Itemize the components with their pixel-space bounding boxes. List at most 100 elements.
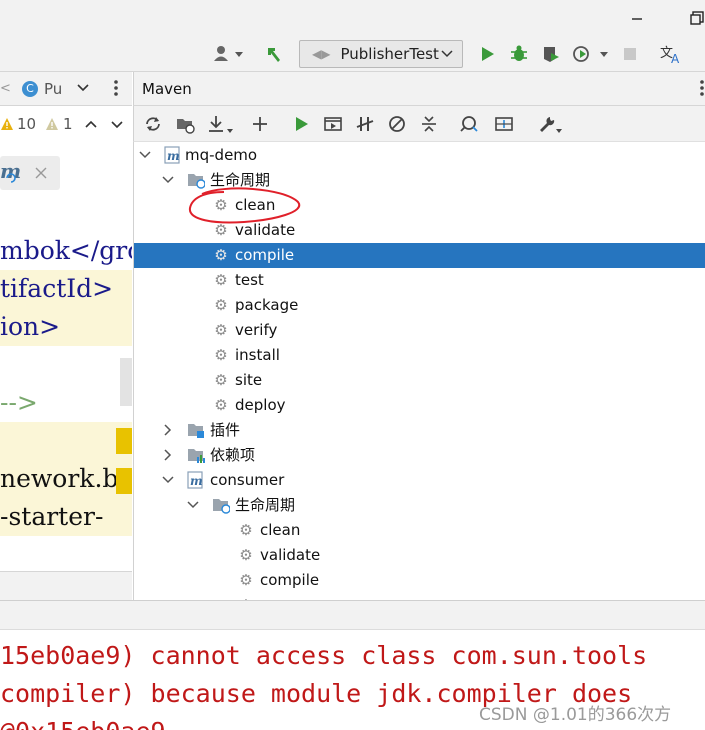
chevron-down-icon[interactable] — [76, 80, 90, 100]
skip-tests-icon[interactable] — [387, 114, 407, 134]
config-arrows-icon: ◀▶ — [312, 47, 331, 61]
tree-node-module[interactable]: m consumer — [134, 468, 705, 493]
download-icon[interactable] — [207, 114, 235, 134]
more-options-icon[interactable] — [699, 79, 705, 103]
goal-label: clean — [260, 521, 301, 539]
previous-highlight-icon[interactable] — [84, 116, 98, 135]
code-line: -starter- — [0, 498, 132, 536]
tree-node-lifecycle[interactable]: 生命周期 — [134, 493, 705, 518]
console-header — [0, 600, 705, 630]
lifecycle-goal[interactable]: ⚙ verify — [134, 318, 705, 343]
weak-warning-count: 1 — [63, 115, 73, 133]
maven-tool-window-header: Maven — [133, 72, 705, 106]
maven-toolbar — [133, 106, 705, 142]
stop-icon[interactable] — [620, 44, 640, 64]
code-text: ion> — [0, 312, 61, 341]
code-text: --> — [0, 388, 38, 417]
run-icon[interactable] — [477, 44, 497, 64]
gear-icon: ⚙ — [239, 546, 253, 564]
next-highlight-icon[interactable] — [110, 116, 124, 135]
plugins-folder-icon — [187, 421, 205, 439]
reload-icon — [4, 170, 18, 189]
occurrence-marker — [116, 468, 132, 494]
svg-text:A: A — [671, 52, 680, 64]
coverage-icon[interactable] — [541, 44, 561, 64]
gear-icon: ⚙ — [214, 271, 228, 289]
gear-icon: ⚙ — [239, 571, 253, 589]
lifecycle-goal[interactable]: ⚙ compile — [134, 568, 705, 593]
run-maven-build-icon[interactable] — [291, 114, 311, 134]
watermark: CSDN @1.01的366次方 — [479, 705, 672, 725]
goal-label: install — [235, 346, 280, 364]
dependencies-folder-icon — [187, 446, 205, 464]
chevron-down-icon — [441, 46, 453, 65]
lifecycle-goal-partial[interactable]: ⚙ — [134, 593, 705, 600]
profiler-icon[interactable] — [571, 44, 613, 64]
goal-label: compile — [260, 571, 320, 589]
editor-status-strip — [0, 571, 132, 600]
maven-project-tree[interactable]: m mq-demo 生命周期 ⚙ clean ⚙ validate ⚙ comp… — [133, 142, 705, 600]
wrench-icon[interactable] — [537, 114, 563, 134]
tree-node-plugins[interactable]: 插件 — [134, 418, 705, 443]
run-configuration-select[interactable]: ◀▶ PublisherTest — [299, 40, 463, 68]
goal-label: package — [235, 296, 299, 314]
tab-overflow-icon[interactable]: < — [0, 81, 11, 96]
code-line: mbok</grou — [0, 232, 132, 270]
annotation-circle — [188, 187, 301, 224]
lifecycle-goal[interactable]: ⚙ install — [134, 343, 705, 368]
lifecycle-goal[interactable]: ⚙ site — [134, 368, 705, 393]
chevron-down-icon[interactable] — [161, 470, 175, 490]
gear-icon: ⚙ — [214, 346, 228, 364]
lifecycle-goal[interactable]: ⚙ package — [134, 293, 705, 318]
expand-icon[interactable] — [494, 114, 514, 134]
tab-file-label: Pu — [44, 80, 63, 98]
toggle-offline-icon[interactable] — [355, 114, 375, 134]
lifecycle-goal-selected[interactable]: ⚙ compile — [134, 243, 705, 268]
gear-icon: ⚙ — [214, 371, 228, 389]
tree-node-dependencies[interactable]: 依赖项 — [134, 443, 705, 468]
code-editor[interactable]: 10 1 m mbok</grou tif — [0, 106, 132, 571]
user-icon[interactable] — [212, 44, 246, 64]
close-icon[interactable] — [34, 165, 48, 184]
minimize-icon[interactable] — [630, 10, 644, 24]
generate-sources-icon[interactable] — [175, 114, 195, 134]
console-line: @0x15eb0ae9 — [0, 714, 166, 730]
add-icon[interactable] — [250, 114, 270, 134]
code-text: nework.bo — [0, 464, 132, 493]
chevron-down-icon[interactable] — [138, 145, 152, 165]
chevron-right-icon[interactable] — [161, 420, 175, 440]
execute-goal-icon[interactable] — [323, 114, 343, 134]
chevron-right-icon[interactable] — [161, 445, 175, 465]
maven-reload-chip[interactable]: m — [0, 156, 60, 190]
chevron-down-icon[interactable] — [161, 170, 175, 190]
svg-text:m: m — [167, 149, 180, 163]
code-line — [0, 422, 132, 460]
warning-count: 10 — [17, 115, 37, 133]
debug-icon[interactable] — [509, 44, 529, 64]
restore-icon[interactable] — [690, 10, 704, 25]
inspection-bar: 10 1 — [0, 110, 132, 138]
warning-icon[interactable] — [0, 116, 14, 135]
more-options-icon[interactable] — [113, 79, 119, 103]
lifecycle-goal[interactable]: ⚙ test — [134, 268, 705, 293]
tab-file[interactable]: C Pu — [12, 76, 68, 102]
lifecycle-goal[interactable]: ⚙ clean — [134, 518, 705, 543]
maven-module-icon: m — [187, 471, 205, 489]
show-dependencies-icon[interactable] — [459, 114, 479, 134]
lifecycle-label: 生命周期 — [235, 496, 296, 514]
chevron-down-icon[interactable] — [186, 495, 200, 515]
goal-label: compile — [235, 246, 295, 264]
tree-node-project[interactable]: m mq-demo — [134, 143, 705, 168]
lifecycle-goal[interactable]: ⚙ validate — [134, 543, 705, 568]
gear-icon: ⚙ — [214, 396, 228, 414]
ide-window: ◀▶ PublisherTest 文A < C Pu 10 1 m mbok</… — [0, 0, 705, 730]
lifecycle-goal[interactable]: ⚙ deploy — [134, 393, 705, 418]
reload-all-icon[interactable] — [143, 114, 163, 134]
editor-tab-strip: < C Pu — [0, 72, 132, 106]
scrollbar-thumb[interactable] — [120, 358, 132, 406]
weak-warning-icon[interactable] — [45, 116, 59, 135]
collapse-all-icon[interactable] — [419, 114, 439, 134]
hammer-icon[interactable] — [264, 44, 284, 64]
run-configuration-label: PublisherTest — [340, 45, 439, 63]
translate-icon[interactable]: 文A — [660, 44, 684, 64]
